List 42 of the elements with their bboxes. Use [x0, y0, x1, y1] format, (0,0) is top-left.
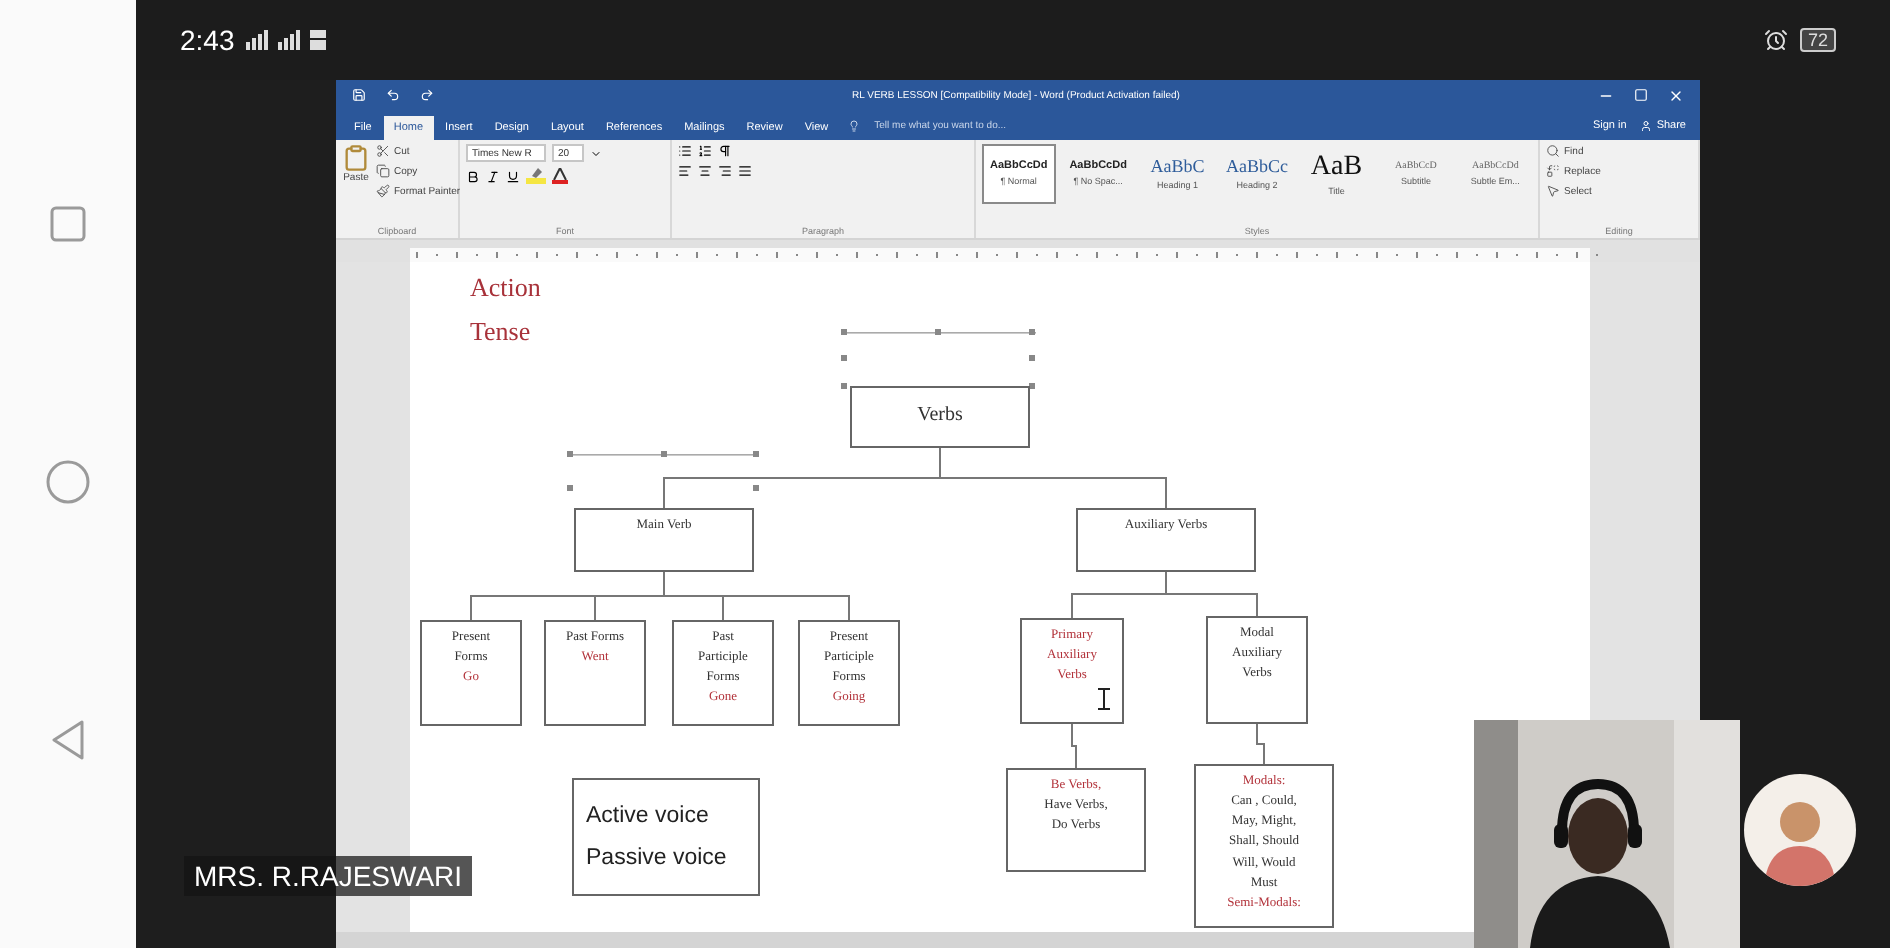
justify-icon[interactable]: [738, 164, 752, 178]
connector-line: [1165, 571, 1258, 617]
presenter-name: MRS. R.RAJESWARI: [184, 856, 473, 896]
close-icon[interactable]: [1668, 87, 1684, 103]
lightbulb-icon: [848, 119, 861, 131]
search-icon: [1546, 144, 1560, 158]
scissors-icon: [376, 144, 390, 158]
underline-icon[interactable]: [506, 169, 520, 183]
node-text: Verbs: [917, 404, 963, 430]
voice-text: Active voice: [586, 804, 711, 828]
redo-icon[interactable]: [420, 88, 434, 102]
align-center-icon[interactable]: [698, 164, 712, 178]
italic-icon[interactable]: [486, 169, 500, 183]
undo-icon[interactable]: [386, 88, 400, 102]
dropdown-icon[interactable]: [590, 147, 602, 159]
brush-icon: [376, 184, 390, 198]
font-color-icon[interactable]: [552, 168, 568, 184]
recent-apps-icon[interactable]: [50, 206, 86, 242]
pilcrow-icon[interactable]: [718, 144, 732, 158]
align-left-icon[interactable]: [678, 164, 692, 178]
numbered-list-icon[interactable]: [698, 144, 712, 158]
save-icon[interactable]: [352, 88, 366, 102]
highlight-icon[interactable]: [526, 168, 546, 184]
voice-text: Passive voice: [586, 846, 729, 870]
copy-icon: [376, 164, 390, 178]
user-icon: [1640, 119, 1653, 131]
connector-line: [1256, 723, 1265, 765]
maximize-icon[interactable]: [1634, 88, 1648, 102]
document-heading: Tense: [470, 316, 533, 348]
clipboard-icon: [342, 144, 370, 172]
text-cursor-icon: [1098, 688, 1110, 710]
pointer-icon: [1546, 184, 1560, 198]
battery-level: 72: [1799, 28, 1836, 52]
clock-time: 2:43: [180, 24, 235, 56]
connector-line: [1071, 723, 1077, 769]
bullet-list-icon[interactable]: [678, 144, 692, 158]
back-icon[interactable]: [50, 720, 86, 760]
bold-icon[interactable]: [466, 169, 480, 183]
alarm-icon: [1763, 28, 1788, 52]
document-heading: Action: [470, 272, 543, 304]
home-icon[interactable]: [46, 459, 90, 503]
align-right-icon[interactable]: [718, 164, 732, 178]
